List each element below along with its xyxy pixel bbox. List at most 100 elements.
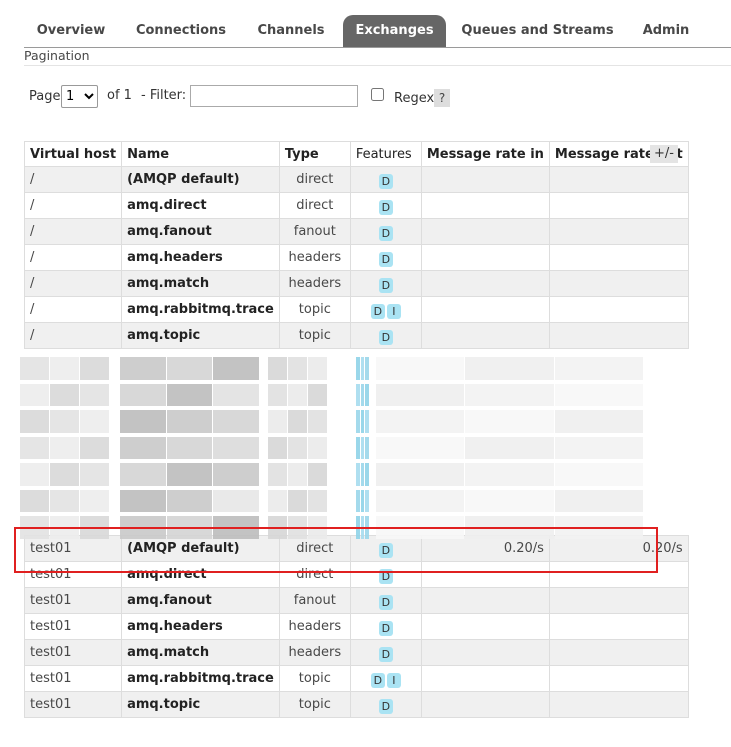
cell-exchange-name[interactable]: (AMQP default)	[121, 166, 280, 193]
redaction-block	[308, 463, 327, 486]
table-row[interactable]: / amq.headers headers D	[23, 244, 689, 271]
redaction-block	[365, 516, 369, 539]
cell-rate-in	[420, 639, 550, 666]
redaction-block	[166, 436, 213, 460]
cell-exchange-name[interactable]: amq.rabbitmq.trace	[121, 296, 280, 323]
cell-type: headers	[278, 244, 351, 271]
tab-exchanges[interactable]: Exchanges	[343, 15, 446, 47]
table-row[interactable]: test01 amq.fanout fanout D	[23, 587, 689, 614]
page-count-label: of 1	[107, 88, 132, 103]
durable-badge: D	[378, 173, 393, 189]
cell-exchange-name[interactable]: amq.match	[121, 270, 280, 297]
tab-connections[interactable]: Connections	[128, 15, 234, 47]
cell-virtual-host: test01	[23, 691, 123, 718]
col-header-virtual-host[interactable]: Virtual host	[23, 141, 123, 167]
table-row[interactable]: / (AMQP default) direct D	[23, 166, 689, 193]
cell-exchange-name[interactable]: amq.direct	[121, 192, 280, 219]
cell-type: fanout	[278, 587, 351, 614]
redaction-block	[308, 357, 327, 380]
redaction-block	[50, 489, 79, 513]
durable-badge: D	[378, 646, 393, 662]
redaction-block	[376, 463, 465, 486]
cell-features: D	[349, 218, 422, 245]
internal-badge: I	[386, 672, 401, 688]
cell-exchange-name[interactable]: amq.topic	[121, 322, 280, 349]
cell-rate-out	[548, 296, 689, 323]
redaction-block	[120, 410, 166, 433]
tab-channels[interactable]: Channels	[248, 15, 334, 47]
redaction-block	[20, 436, 49, 460]
table-row[interactable]: test01 amq.rabbitmq.trace topic D I	[23, 665, 689, 692]
redaction-block	[166, 410, 213, 433]
redaction-block	[80, 357, 109, 380]
redaction-block	[50, 516, 79, 539]
cell-virtual-host: /	[23, 322, 123, 349]
cell-type: topic	[278, 665, 351, 692]
redaction-block	[360, 489, 365, 513]
redaction-block	[365, 383, 369, 407]
cell-exchange-name[interactable]: amq.direct	[121, 561, 280, 588]
cell-exchange-name[interactable]: amq.match	[121, 639, 280, 666]
cell-exchange-name[interactable]: amq.fanout	[121, 587, 280, 614]
cell-rate-out	[548, 613, 689, 640]
columns-toggle-button[interactable]: +/-	[650, 145, 678, 163]
redaction-block	[356, 357, 360, 380]
redaction-block	[20, 463, 49, 486]
table-row[interactable]: / amq.direct direct D	[23, 192, 689, 219]
col-header-name[interactable]: Name	[121, 141, 280, 167]
redaction-block	[356, 516, 360, 539]
tab-admin[interactable]: Admin	[632, 15, 700, 47]
table-row[interactable]: test01 amq.headers headers D	[23, 613, 689, 640]
redaction-block	[120, 516, 166, 539]
redaction-block	[268, 357, 287, 380]
col-header-type[interactable]: Type	[278, 141, 351, 167]
redaction-block	[376, 516, 465, 539]
table-row[interactable]: / amq.fanout fanout D	[23, 218, 689, 245]
table-row[interactable]: test01 amq.direct direct D	[23, 561, 689, 588]
redaction-block	[360, 383, 365, 407]
redaction-block	[288, 463, 307, 486]
table-row[interactable]: / amq.rabbitmq.trace topic D I	[23, 296, 689, 323]
cell-exchange-name[interactable]: amq.headers	[121, 613, 280, 640]
cell-rate-out	[548, 244, 689, 271]
redaction-block	[365, 357, 369, 380]
redaction-block	[268, 463, 287, 486]
cell-features: D	[349, 639, 422, 666]
cell-exchange-name[interactable]: amq.fanout	[121, 218, 280, 245]
page-select[interactable]: 1	[61, 85, 98, 108]
table-row[interactable]: test01 amq.match headers D	[23, 639, 689, 666]
pagination-section-label[interactable]: Pagination	[24, 48, 90, 63]
filter-label: - Filter:	[141, 88, 187, 103]
redaction-block	[554, 410, 643, 433]
durable-badge: D	[378, 568, 393, 584]
tab-overview[interactable]: Overview	[28, 15, 114, 47]
redaction-block	[308, 436, 327, 460]
table-row[interactable]: / amq.match headers D	[23, 270, 689, 297]
help-icon[interactable]: ?	[434, 89, 450, 107]
redaction-block	[365, 463, 369, 486]
tab-queues-and-streams[interactable]: Queues and Streams	[459, 15, 616, 47]
cell-rate-in	[420, 166, 550, 193]
cell-exchange-name[interactable]: amq.rabbitmq.trace	[121, 665, 280, 692]
cell-features: D	[349, 561, 422, 588]
cell-type: topic	[278, 691, 351, 718]
redaction-block	[80, 383, 109, 407]
regex-checkbox[interactable]	[371, 88, 384, 101]
cell-type: direct	[278, 561, 351, 588]
redaction-block	[166, 489, 213, 513]
col-header-rate-in[interactable]: Message rate in	[420, 141, 550, 167]
table-row[interactable]: / amq.topic topic D	[23, 322, 689, 349]
cell-exchange-name[interactable]: amq.topic	[121, 691, 280, 718]
cell-type: topic	[278, 296, 351, 323]
table-row[interactable]: test01 amq.topic topic D	[23, 691, 689, 718]
main-nav: Overview Connections Channels Exchanges …	[24, 15, 731, 48]
durable-badge: D	[378, 329, 393, 345]
redaction-block	[356, 410, 360, 433]
redaction-block	[465, 357, 554, 380]
redaction-block	[554, 489, 643, 513]
cell-features: D	[349, 613, 422, 640]
cell-exchange-name[interactable]: amq.headers	[121, 244, 280, 271]
redaction-block	[80, 410, 109, 433]
cell-rate-out	[548, 166, 689, 193]
filter-input[interactable]	[190, 85, 358, 107]
